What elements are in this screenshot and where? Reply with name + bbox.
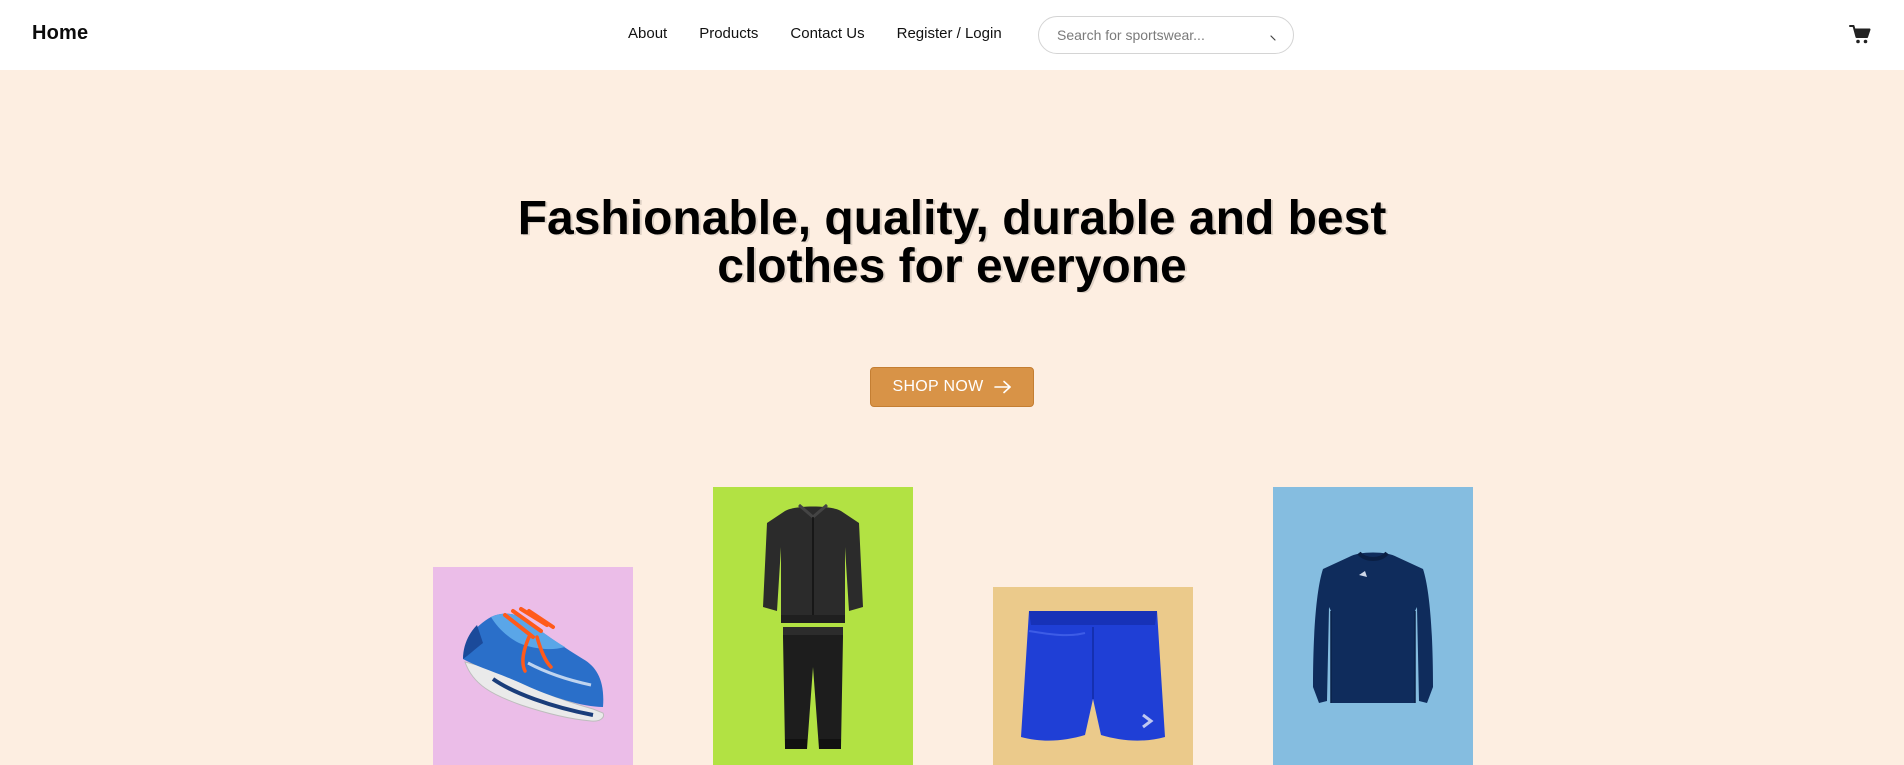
product-tile-shorts[interactable] — [993, 587, 1193, 765]
tracksuit-image — [763, 503, 863, 749]
product-tile-tracksuit[interactable] — [713, 487, 913, 765]
shop-now-label: SHOP NOW — [892, 378, 984, 395]
product-tile-long-sleeve-shirt[interactable] — [1273, 487, 1473, 765]
nav-products[interactable]: Products — [699, 25, 758, 42]
nav-contact-us[interactable]: Contact Us — [790, 25, 864, 42]
product-tile-sneaker[interactable] — [433, 567, 633, 765]
shop-now-button[interactable]: SHOP NOW — [870, 367, 1034, 407]
search-icon[interactable] — [1267, 32, 1279, 44]
header: Home About Products Contact Us Register … — [0, 0, 1904, 70]
sneaker-image — [463, 607, 604, 722]
hero-title-line-1: Fashionable, quality, durable and best — [517, 192, 1387, 245]
brand-home-link[interactable]: Home — [32, 22, 88, 45]
long-sleeve-shirt-image — [1313, 551, 1433, 703]
nav-about[interactable]: About — [628, 25, 667, 42]
arrow-right-icon — [993, 380, 1012, 394]
search-input[interactable] — [1055, 26, 1258, 44]
hero-title-line-2: clothes for everyone — [717, 240, 1187, 293]
hero-title: Fashionable, quality, durable and best c… — [0, 195, 1904, 291]
main-nav: About Products Contact Us Register / Log… — [628, 25, 1002, 42]
nav-register-login[interactable]: Register / Login — [897, 25, 1002, 42]
shorts-image — [1021, 611, 1165, 741]
search-bar — [1038, 16, 1294, 54]
cart-icon[interactable] — [1848, 22, 1872, 46]
